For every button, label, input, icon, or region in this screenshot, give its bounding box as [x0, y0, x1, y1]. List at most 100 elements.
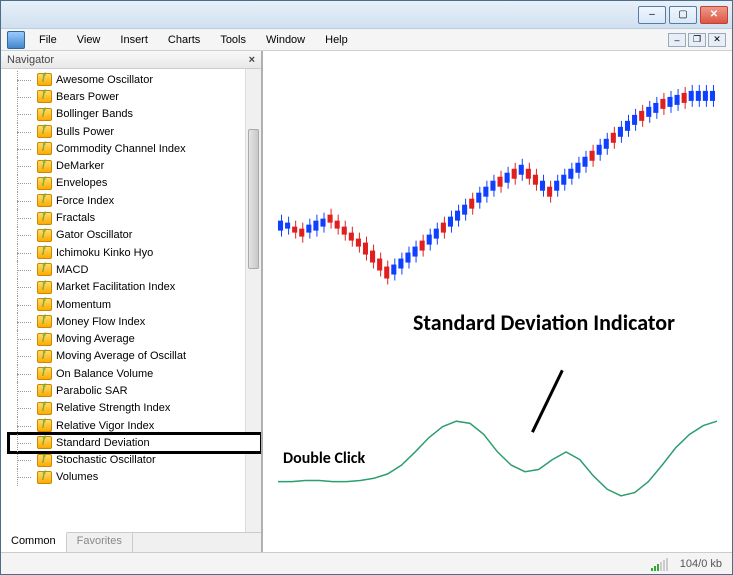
indicator-icon [37, 454, 52, 467]
navigator-item-label: Commodity Channel Index [56, 143, 186, 155]
indicator-icon [37, 350, 52, 363]
navigator-item[interactable]: On Balance Volume [9, 365, 261, 382]
navigator-item[interactable]: Awesome Oscillator [9, 71, 261, 88]
titlebar: – ▢ ✕ [1, 1, 732, 29]
indicator-icon [37, 315, 52, 328]
navigator-item[interactable]: Commodity Channel Index [9, 140, 261, 157]
indicator-icon [37, 212, 52, 225]
menu-help[interactable]: Help [315, 31, 358, 49]
indicator-icon [37, 384, 52, 397]
navigator-item[interactable]: Bulls Power [9, 123, 261, 140]
navigator-tree: Awesome Oscillator Bears Power Bollinger B… [1, 69, 261, 532]
navigator-item[interactable]: Momentum [9, 296, 261, 313]
navigator-item[interactable]: Money Flow Index [9, 313, 261, 330]
navigator-item[interactable]: Fractals [9, 209, 261, 226]
navigator-item[interactable]: Relative Strength Index [9, 400, 261, 417]
navigator-item-label: Stochastic Oscillator [56, 454, 156, 466]
navigator-item-label: Volumes [56, 471, 98, 483]
body-area: Navigator × Awesome Oscillator Bears Powe… [1, 51, 732, 552]
mdi-close-button[interactable]: ✕ [708, 33, 726, 47]
menu-tools[interactable]: Tools [210, 31, 256, 49]
mdi-controls: – ❐ ✕ [668, 33, 730, 47]
menu-view[interactable]: View [67, 31, 111, 49]
navigator-panel: Navigator × Awesome Oscillator Bears Powe… [1, 51, 263, 552]
navigator-item[interactable]: MACD [9, 261, 261, 278]
navigator-item[interactable]: Envelopes [9, 175, 261, 192]
window-minimize-button[interactable]: – [638, 6, 666, 24]
navigator-item[interactable]: Volumes [9, 469, 261, 486]
indicator-icon [37, 125, 52, 138]
tab-favorites[interactable]: Favorites [67, 533, 133, 552]
navigator-item-label: Bears Power [56, 91, 119, 103]
tab-common[interactable]: Common [1, 532, 67, 552]
chart-area[interactable]: Standard Deviation Indicator Double Clic… [263, 51, 732, 552]
navigator-item-label: Bollinger Bands [56, 108, 133, 120]
indicator-icon [37, 419, 52, 432]
annotation-double-click: Double Click [283, 449, 365, 468]
navigator-item[interactable]: Standard Deviation [9, 434, 261, 451]
navigator-item[interactable]: Bollinger Bands [9, 106, 261, 123]
indicator-icon [37, 402, 52, 415]
mdi-restore-button[interactable]: ❐ [688, 33, 706, 47]
navigator-title: Navigator × [1, 51, 261, 69]
indicator-icon [37, 298, 52, 311]
navigator-scroll-thumb[interactable] [248, 129, 259, 269]
indicator-icon [37, 194, 52, 207]
navigator-item[interactable]: Parabolic SAR [9, 382, 261, 399]
signal-icon [651, 557, 668, 571]
window-close-button[interactable]: ✕ [700, 6, 728, 24]
navigator-close-button[interactable]: × [249, 54, 255, 66]
navigator-scrollbar[interactable] [245, 69, 261, 532]
navigator-item-label: MACD [56, 264, 88, 276]
navigator-item-label: Fractals [56, 212, 95, 224]
navigator-item-label: On Balance Volume [56, 368, 153, 380]
indicator-icon [37, 367, 52, 380]
navigator-item-label: Moving Average [56, 333, 135, 345]
indicator-icon [37, 229, 52, 242]
indicator-icon [37, 73, 52, 86]
navigator-item-label: Money Flow Index [56, 316, 145, 328]
navigator-item-label: DeMarker [56, 160, 104, 172]
indicator-icon [37, 160, 52, 173]
navigator-item-label: Parabolic SAR [56, 385, 128, 397]
navigator-item-label: Momentum [56, 299, 111, 311]
annotation-title: Standard Deviation Indicator [413, 311, 675, 335]
menu-insert[interactable]: Insert [110, 31, 158, 49]
navigator-item-label: Gator Oscillator [56, 229, 132, 241]
navigator-item-label: Relative Vigor Index [56, 420, 154, 432]
chart-svg [263, 51, 732, 550]
app-icon [7, 31, 25, 49]
indicator-icon [37, 142, 52, 155]
navigator-item-label: Relative Strength Index [56, 402, 170, 414]
navigator-item-label: Force Index [56, 195, 114, 207]
navigator-item[interactable]: Relative Vigor Index [9, 417, 261, 434]
indicator-icon [37, 90, 52, 103]
navigator-item[interactable]: Market Facilitation Index [9, 279, 261, 296]
navigator-item[interactable]: Ichimoku Kinko Hyo [9, 244, 261, 261]
navigator-item[interactable]: Stochastic Oscillator [9, 452, 261, 469]
navigator-item[interactable]: Moving Average of Oscillat [9, 348, 261, 365]
status-traffic: 104/0 kb [680, 558, 722, 570]
navigator-item[interactable]: Moving Average [9, 330, 261, 347]
navigator-item-label: Bulls Power [56, 126, 114, 138]
navigator-item[interactable]: Bears Power [9, 88, 261, 105]
indicator-icon [37, 108, 52, 121]
navigator-tabs: Common Favorites [1, 532, 261, 552]
menu-window[interactable]: Window [256, 31, 315, 49]
indicator-icon [37, 471, 52, 484]
navigator-item-label: Standard Deviation [56, 437, 150, 449]
navigator-item-label: Awesome Oscillator [56, 74, 153, 86]
navigator-item-label: Market Facilitation Index [56, 281, 175, 293]
menu-file[interactable]: File [29, 31, 67, 49]
window-maximize-button[interactable]: ▢ [669, 6, 697, 24]
indicator-icon [37, 177, 52, 190]
navigator-item[interactable]: Gator Oscillator [9, 227, 261, 244]
navigator-item-label: Moving Average of Oscillat [56, 350, 186, 362]
navigator-item[interactable]: DeMarker [9, 157, 261, 174]
navigator-item[interactable]: Force Index [9, 192, 261, 209]
navigator-title-text: Navigator [7, 54, 54, 66]
indicator-icon [37, 436, 52, 449]
menu-charts[interactable]: Charts [158, 31, 210, 49]
mdi-minimize-button[interactable]: – [668, 33, 686, 47]
navigator-list: Awesome Oscillator Bears Power Bollinger B… [1, 69, 261, 488]
